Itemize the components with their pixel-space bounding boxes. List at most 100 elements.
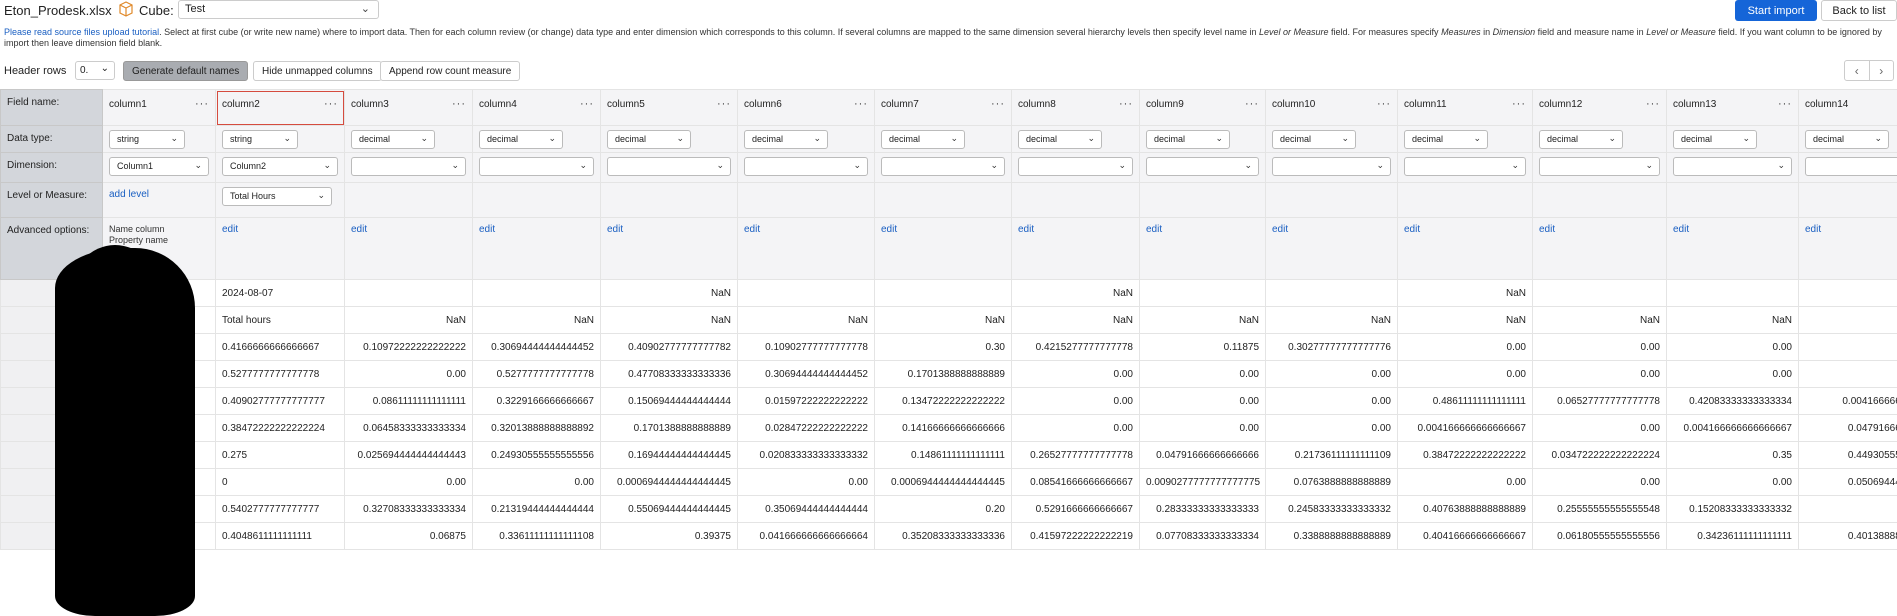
dimension-select[interactable]: ⌄: [1673, 157, 1792, 176]
field-name-cell[interactable]: column13 ···: [1666, 89, 1799, 126]
more-options-icon[interactable]: ···: [1512, 98, 1526, 110]
field-name-text[interactable]: column6: [744, 99, 782, 110]
field-name-cell[interactable]: column9 ···: [1139, 89, 1266, 126]
field-name-cell[interactable]: column7 ···: [874, 89, 1012, 126]
data-type-select[interactable]: decimal ⌄: [881, 130, 965, 149]
add-level-link[interactable]: add level: [109, 189, 149, 200]
field-name-text[interactable]: column11: [1404, 99, 1447, 110]
next-page-button[interactable]: ›: [1870, 61, 1894, 80]
field-name-text[interactable]: column1: [109, 99, 147, 110]
back-to-list-button[interactable]: Back to list: [1821, 0, 1897, 21]
table-cell: 0.04791666666666666: [1139, 441, 1266, 469]
edit-link[interactable]: edit: [1539, 224, 1555, 235]
field-name-text[interactable]: column2: [222, 99, 260, 110]
edit-link[interactable]: edit: [479, 224, 495, 235]
edit-link[interactable]: edit: [607, 224, 623, 235]
more-options-icon[interactable]: ···: [452, 98, 466, 110]
generate-default-names-button[interactable]: Generate default names: [123, 61, 249, 81]
edit-link[interactable]: edit: [1272, 224, 1288, 235]
dimension-select[interactable]: Column1 ⌄: [109, 157, 209, 176]
edit-link[interactable]: edit: [881, 224, 897, 235]
field-name-cell[interactable]: column4 ···: [472, 89, 601, 126]
more-options-icon[interactable]: ···: [324, 98, 338, 110]
header-rows-select[interactable]: 0. ⌄: [75, 61, 115, 80]
dimension-select[interactable]: ⌄: [1539, 157, 1660, 176]
data-type-select[interactable]: decimal ⌄: [1404, 130, 1488, 149]
dimension-select[interactable]: ⌄: [351, 157, 466, 176]
table-cell: 0.: [1798, 495, 1897, 523]
edit-link[interactable]: edit: [744, 224, 760, 235]
field-name-text[interactable]: column12: [1539, 99, 1582, 110]
field-name-cell[interactable]: column5 ···: [600, 89, 738, 126]
dimension-select[interactable]: ⌄: [1018, 157, 1133, 176]
table-cell: 0.28333333333333333: [1139, 495, 1266, 523]
field-name-text[interactable]: column3: [351, 99, 389, 110]
data-type-select[interactable]: string ⌄: [109, 130, 185, 149]
data-type-select[interactable]: decimal ⌄: [607, 130, 691, 149]
more-options-icon[interactable]: ···: [1377, 98, 1391, 110]
field-name-cell[interactable]: column11 ···: [1397, 89, 1533, 126]
dimension-select[interactable]: ⌄: [1404, 157, 1526, 176]
dimension-select[interactable]: ⌄: [881, 157, 1005, 176]
data-type-select[interactable]: string ⌄: [222, 130, 298, 149]
more-options-icon[interactable]: ···: [991, 98, 1005, 110]
field-name-cell[interactable]: column12 ···: [1532, 89, 1667, 126]
edit-link[interactable]: edit: [351, 224, 367, 235]
data-type-select[interactable]: decimal ⌄: [1272, 130, 1356, 149]
data-type-select[interactable]: decimal ⌄: [744, 130, 828, 149]
field-name-cell[interactable]: column3 ···: [344, 89, 473, 126]
data-type-select[interactable]: decimal ⌄: [1673, 130, 1757, 149]
more-options-icon[interactable]: ···: [1119, 98, 1133, 110]
field-name-cell[interactable]: column10 ···: [1265, 89, 1398, 126]
edit-link[interactable]: edit: [1018, 224, 1034, 235]
dimension-select[interactable]: ⌄: [607, 157, 731, 176]
field-name-text[interactable]: column14: [1805, 99, 1848, 110]
data-type-select[interactable]: decimal ⌄: [351, 130, 435, 149]
start-import-button[interactable]: Start import: [1735, 0, 1817, 21]
dimension-select[interactable]: ⌄: [1272, 157, 1391, 176]
data-type-select[interactable]: decimal ⌄: [1018, 130, 1102, 149]
dimension-select[interactable]: ⌄: [479, 157, 594, 176]
data-type-select[interactable]: decimal ⌄: [1805, 130, 1889, 149]
cube-select[interactable]: Test ⌄: [178, 0, 379, 19]
table-cell: 0.39375: [600, 522, 738, 550]
level-select[interactable]: Total Hours ⌄: [222, 187, 332, 206]
more-options-icon[interactable]: ···: [580, 98, 594, 110]
hide-unmapped-columns-button[interactable]: Hide unmapped columns: [253, 61, 382, 81]
field-name-text[interactable]: column13: [1673, 99, 1716, 110]
field-name-text[interactable]: column4: [479, 99, 517, 110]
dimension-select[interactable]: ⌄: [1805, 157, 1897, 176]
more-options-icon[interactable]: ···: [1646, 98, 1660, 110]
field-name-cell[interactable]: column14···: [1798, 89, 1897, 126]
field-name-cell[interactable]: column8 ···: [1011, 89, 1140, 126]
edit-link[interactable]: edit: [222, 224, 238, 235]
more-options-icon[interactable]: ···: [1778, 98, 1792, 110]
field-name-text[interactable]: column7: [881, 99, 919, 110]
edit-link[interactable]: edit: [1805, 224, 1821, 235]
append-row-count-button[interactable]: Append row count measure: [380, 61, 521, 81]
data-type-select[interactable]: decimal ⌄: [1146, 130, 1230, 149]
more-options-icon[interactable]: ···: [1245, 98, 1259, 110]
table-cell: 0.025694444444444443: [344, 441, 473, 469]
field-name-text[interactable]: column5: [607, 99, 645, 110]
dimension-select[interactable]: Column2 ⌄: [222, 157, 338, 176]
edit-link[interactable]: edit: [1404, 224, 1420, 235]
edit-link[interactable]: edit: [1673, 224, 1689, 235]
edit-link[interactable]: edit: [1146, 224, 1162, 235]
field-name-text[interactable]: column8: [1018, 99, 1056, 110]
dimension-select[interactable]: ⌄: [1146, 157, 1259, 176]
field-name-cell[interactable]: column6 ···: [737, 89, 875, 126]
dimension-select[interactable]: ⌄: [744, 157, 868, 176]
more-options-icon[interactable]: ···: [195, 98, 209, 110]
data-type-select[interactable]: decimal ⌄: [1539, 130, 1623, 149]
prev-page-button[interactable]: ‹: [1845, 61, 1870, 80]
more-options-icon[interactable]: ···: [717, 98, 731, 110]
field-name-cell[interactable]: column1 ···: [102, 89, 216, 126]
field-name-text[interactable]: column10: [1272, 99, 1315, 110]
data-type-select[interactable]: decimal ⌄: [479, 130, 563, 149]
field-name-text[interactable]: column9: [1146, 99, 1184, 110]
more-options-icon[interactable]: ···: [854, 98, 868, 110]
field-name-cell[interactable]: column2 ···: [215, 89, 345, 126]
table-row: 0.5402777777777777 0.32708333333333334 0.2…: [0, 495, 1897, 523]
tutorial-link[interactable]: Please read source files upload tutorial: [4, 27, 159, 37]
